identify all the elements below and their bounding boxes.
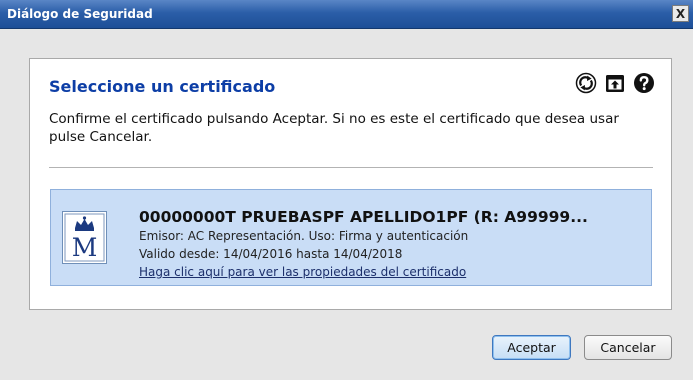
- close-icon: X: [675, 6, 686, 21]
- cancel-button[interactable]: Cancelar: [584, 335, 672, 360]
- certificate-issuer: Emisor: AC Representación. Uso: Firma y …: [139, 229, 469, 243]
- help-icon[interactable]: [633, 72, 655, 94]
- svg-text:M: M: [72, 233, 98, 262]
- refresh-icon[interactable]: [575, 72, 597, 94]
- crown-m-icon: M: [62, 211, 107, 264]
- dialog-description: Confirme el certificado pulsando Aceptar…: [49, 111, 619, 145]
- window-title: Diálogo de Seguridad: [7, 7, 153, 21]
- close-button[interactable]: X: [672, 5, 689, 22]
- toolbar: [575, 72, 655, 94]
- divider: [49, 167, 653, 168]
- window-titlebar: Diálogo de Seguridad X: [0, 0, 693, 29]
- import-icon[interactable]: [604, 72, 626, 94]
- certificate-properties-link[interactable]: Haga clic aquí para ver las propiedades …: [139, 265, 466, 279]
- dialog-heading: Seleccione un certificado: [49, 77, 276, 96]
- certificate-list-item[interactable]: M 00000000T PRUEBASPF APELLIDO1PF (R: A9…: [50, 189, 652, 286]
- certificate-name: 00000000T PRUEBASPF APELLIDO1PF (R: A999…: [139, 208, 588, 226]
- certificate-panel: Seleccione un certificado Confirme el ce…: [29, 58, 672, 310]
- certificate-validity: Valido desde: 14/04/2016 hasta 14/04/201…: [139, 247, 403, 261]
- accept-button[interactable]: Aceptar: [492, 335, 571, 360]
